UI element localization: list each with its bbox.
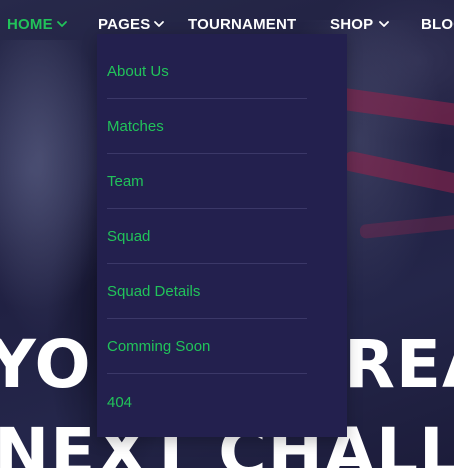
nav-item-shop[interactable]: SHOP [330,14,390,34]
nav-item-label: BLOG [421,15,454,33]
nav-item-label: SHOP [330,15,374,33]
nav-item-label: TOURNAMENT [188,15,297,33]
chevron-down-icon [56,18,68,30]
pages-dropdown-menu: About Us Matches Team Squad Squad Detail… [97,34,347,437]
dropdown-item-team[interactable]: Team [107,154,307,209]
chevron-down-icon [378,18,390,30]
dropdown-item-matches[interactable]: Matches [107,99,307,154]
chevron-down-icon [153,18,165,30]
hero-figure-left [0,40,100,340]
dropdown-item-404[interactable]: 404 [107,374,307,429]
dropdown-item-about-us[interactable]: About Us [107,34,307,99]
dropdown-item-coming-soon[interactable]: Comming Soon [107,319,307,374]
nav-item-tournament[interactable]: TOURNAMENT [188,14,296,34]
nav-item-home[interactable]: HOME [7,14,68,34]
nav-item-blog[interactable]: BLOG [421,14,454,34]
nav-item-label: PAGES [98,15,151,33]
page: YOU ARE READY FOR NEXT CHALLENGE HOME PA… [0,0,454,468]
dropdown-item-squad[interactable]: Squad [107,209,307,264]
dropdown-item-squad-details[interactable]: Squad Details [107,264,307,319]
nav-item-pages[interactable]: PAGES [98,14,165,34]
nav-item-label: HOME [7,15,53,33]
dropdown-list: About Us Matches Team Squad Squad Detail… [97,34,347,429]
